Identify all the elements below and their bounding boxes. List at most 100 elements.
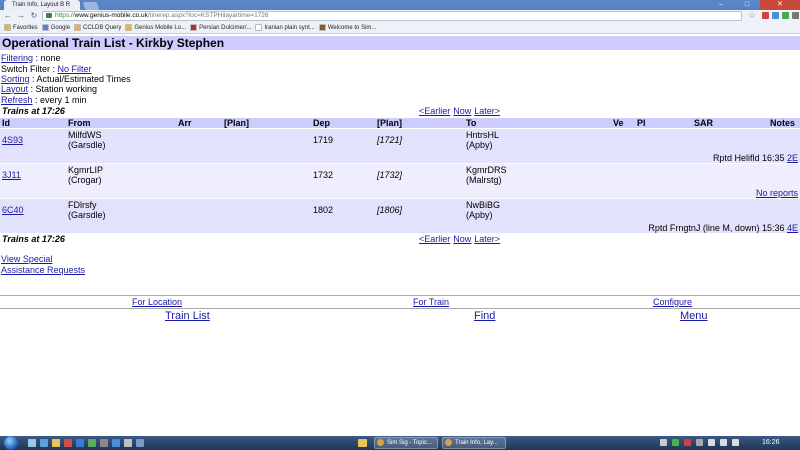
no-filter-link[interactable]: No Filter (58, 64, 92, 74)
trains-at-label: Trains at 17:26 (2, 106, 65, 116)
find-link[interactable]: Find (474, 310, 495, 323)
bookmark-icon (190, 24, 198, 31)
extension-icon[interactable] (782, 12, 789, 19)
browser-tab[interactable]: Train Info, Layout B R (4, 0, 80, 10)
bookmark-label: CCLDB Query (83, 24, 122, 31)
reload-icon[interactable]: ↻ (29, 11, 39, 21)
extension-icon[interactable] (762, 12, 769, 19)
earlier-link[interactable]: <Earlier (419, 234, 450, 244)
earlier-link[interactable]: <Earlier (419, 106, 450, 116)
bookmark-item[interactable]: Google (41, 24, 70, 31)
quick-launch (28, 439, 144, 447)
explorer-icon[interactable] (358, 439, 367, 447)
time-nav: <Earlier Now Later> (419, 234, 503, 244)
chrome-icon (445, 439, 452, 446)
network-icon[interactable] (708, 439, 715, 446)
train-id-link[interactable]: 3J11 (2, 170, 21, 180)
battery-icon[interactable] (732, 439, 739, 446)
train-report-link[interactable]: No reports (756, 188, 798, 198)
bookmark-item[interactable]: Welcome to Sim... (318, 24, 377, 31)
tray-arrow-icon[interactable] (660, 439, 667, 446)
taskbar-task-label: Sim Sig - Topic... (387, 440, 432, 446)
for-train-link[interactable]: For Train (413, 297, 449, 308)
train-from: KgmrLIP (68, 165, 104, 175)
col-to: To (466, 118, 477, 128)
menu-link[interactable]: Menu (680, 310, 708, 323)
app-icon[interactable] (136, 439, 144, 447)
col-dep: Dep (313, 118, 331, 128)
bookmark-item[interactable]: CCLDB Query (74, 24, 121, 31)
minimize-icon[interactable]: – (708, 0, 734, 10)
train-from: FDlrsfy (68, 200, 97, 210)
bookmark-item[interactable]: Iranian plain synt... (255, 24, 315, 31)
app-icon[interactable] (88, 439, 96, 447)
tray-icon[interactable] (672, 439, 679, 446)
train-dep-plan: [1721] (377, 135, 403, 145)
bookmark-item[interactable]: Favorites (4, 24, 38, 31)
col-dep-plan: [Plan] (377, 118, 403, 128)
train-id-link[interactable]: 4S93 (2, 135, 23, 145)
bookmark-label: Welcome to Sim... (327, 24, 377, 31)
train-report-link[interactable]: 4E (787, 223, 798, 233)
view-special-link[interactable]: View Special (1, 254, 85, 265)
now-link[interactable]: Now (453, 234, 471, 244)
volume-icon[interactable] (720, 439, 727, 446)
bookmark-item[interactable]: Persian Dulcimer/... (190, 24, 251, 31)
for-location-link[interactable]: For Location (132, 297, 182, 308)
col-sar: SAR (694, 118, 714, 128)
train-report-link[interactable]: 2E (787, 153, 798, 163)
bookmark-star-icon[interactable]: ☆ (748, 10, 756, 21)
train-dep-plan: [1806] (377, 205, 403, 215)
table-header: Id From Arr [Plan] Dep [Plan] To Ve Pl S… (0, 118, 800, 128)
app-icon[interactable] (40, 439, 48, 447)
close-icon[interactable]: ✕ (760, 0, 800, 10)
later-link[interactable]: Later> (474, 106, 500, 116)
forward-icon[interactable]: → (16, 11, 26, 21)
train-report-row: No reports (0, 187, 800, 198)
train-dep-plan: [1732] (377, 170, 403, 180)
new-tab-button[interactable] (82, 2, 100, 10)
app-icon[interactable] (76, 439, 84, 447)
train-main-row: 6C40 FDlrsfy (Garsdle) 1802 [1806] NwBiBG (Apb… (0, 199, 800, 222)
filtering-link[interactable]: Filtering (1, 53, 33, 63)
app-icon[interactable] (100, 439, 108, 447)
page-title: Operational Train List - Kirkby Stephen (0, 36, 800, 50)
col-from: From (68, 118, 91, 128)
app-icon[interactable] (112, 439, 120, 447)
extra-links: View Special Assistance Requests (1, 254, 85, 276)
tray-icon[interactable] (696, 439, 703, 446)
layout-value: : Station working (28, 84, 98, 94)
footer-divider (0, 308, 800, 309)
bookmark-icon (255, 24, 263, 31)
train-from-sub: (Garsdle) (68, 140, 106, 150)
col-id: Id (2, 118, 10, 128)
now-link[interactable]: Now (453, 106, 471, 116)
bookmark-icon (74, 24, 82, 31)
page-content: Operational Train List - Kirkby Stephen … (0, 34, 800, 436)
configure-link[interactable]: Configure (653, 297, 692, 308)
later-link[interactable]: Later> (474, 234, 500, 244)
maximize-icon[interactable]: □ (734, 0, 760, 10)
back-icon[interactable]: ← (3, 11, 13, 21)
taskbar-task[interactable]: Train Info, Lay... (442, 437, 506, 449)
app-icon[interactable] (28, 439, 36, 447)
layout-link[interactable]: Layout (1, 84, 28, 94)
train-id-link[interactable]: 6C40 (2, 205, 24, 215)
app-icon[interactable] (124, 439, 132, 447)
app-icon[interactable] (64, 439, 72, 447)
sorting-link[interactable]: Sorting (1, 74, 30, 84)
assistance-requests-link[interactable]: Assistance Requests (1, 265, 85, 276)
bookmark-item[interactable]: Genius Mobile Lo... (125, 24, 186, 31)
tray-icon[interactable] (684, 439, 691, 446)
train-list-link[interactable]: Train List (165, 310, 210, 323)
extension-icons (762, 12, 799, 19)
menu-wrench-icon[interactable] (792, 12, 799, 19)
address-bar[interactable]: https://www.genius-mobile.co.uk/tinerep.… (42, 11, 742, 21)
refresh-value: : every 1 min (32, 95, 87, 105)
taskbar-task[interactable]: Sim Sig - Topic... (374, 437, 438, 449)
folder-icon[interactable] (52, 439, 60, 447)
refresh-link[interactable]: Refresh (1, 95, 33, 105)
extension-icon[interactable] (772, 12, 779, 19)
trains-at-bar-top: Trains at 17:26 <Earlier Now Later> (0, 106, 800, 116)
start-button-icon[interactable] (4, 436, 18, 450)
